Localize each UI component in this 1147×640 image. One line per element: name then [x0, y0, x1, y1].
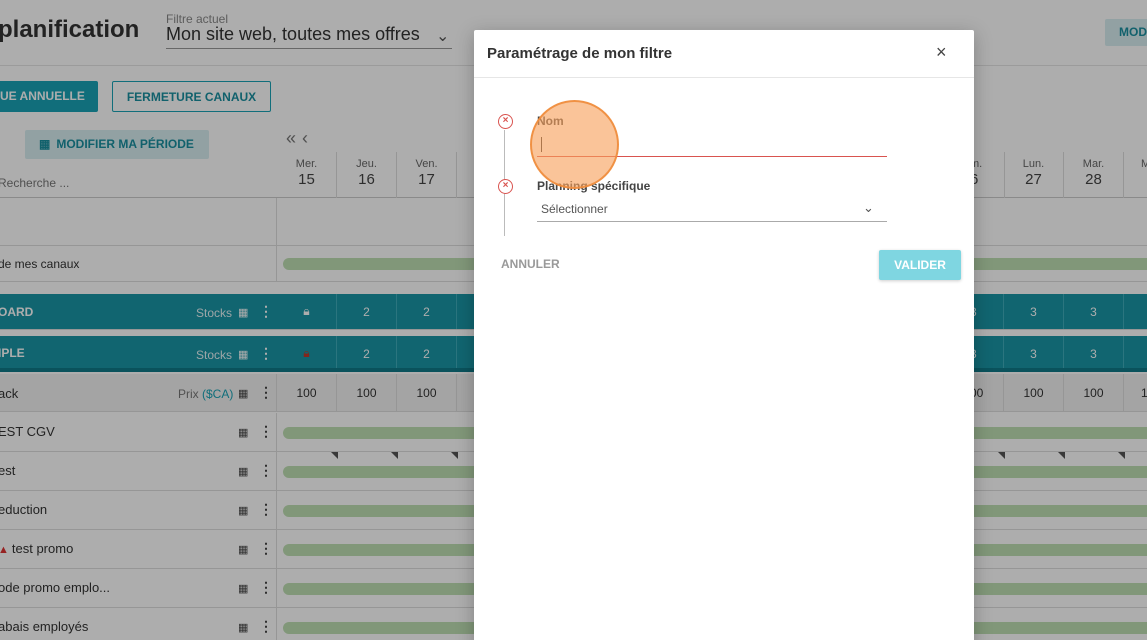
- submit-button[interactable]: VALIDER: [879, 250, 961, 280]
- chevron-down-icon[interactable]: ⌄: [863, 200, 874, 216]
- planning-label: Planning spécifique: [537, 179, 651, 193]
- filter-settings-dialog: Paramétrage de mon filtre × × × Nom Plan…: [474, 30, 974, 640]
- name-input[interactable]: [537, 133, 887, 157]
- cancel-button[interactable]: ANNULER: [501, 257, 560, 271]
- planning-select[interactable]: Sélectionner: [537, 198, 887, 222]
- dialog-title: Paramétrage de mon filtre: [487, 45, 673, 62]
- error-icon: ×: [498, 179, 513, 194]
- dialog-header: Paramétrage de mon filtre ×: [474, 30, 974, 78]
- close-icon[interactable]: ×: [936, 42, 947, 63]
- error-icon: ×: [498, 114, 513, 129]
- text-cursor: [541, 137, 542, 152]
- name-label: Nom: [537, 114, 564, 128]
